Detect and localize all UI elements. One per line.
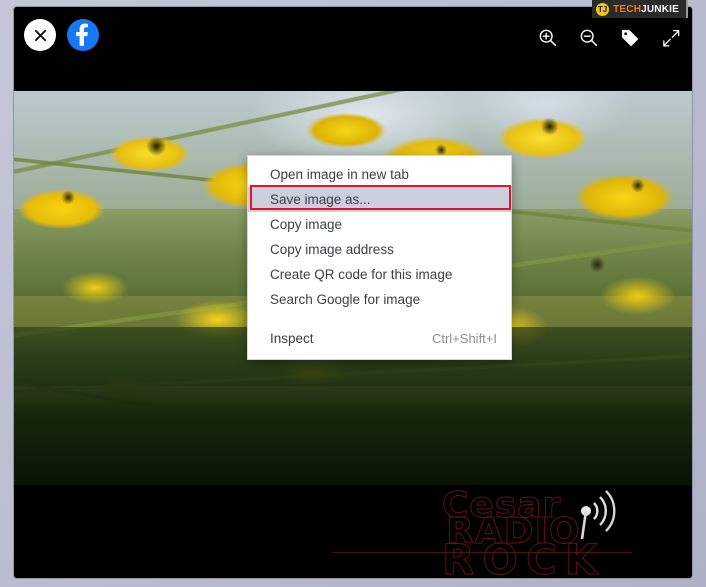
menu-item-label: Copy image xyxy=(270,217,343,232)
menu-item-label: Inspect xyxy=(270,331,314,346)
zoom-out-button[interactable] xyxy=(577,26,600,49)
zoom-in-icon xyxy=(539,29,556,46)
image-context-menu[interactable]: Open image in new tab Save image as... C… xyxy=(247,155,512,360)
window-frame: Cesar RADIO ROCK Open image in new tab S… xyxy=(0,0,706,587)
techjunkie-watermark: TJ TECH JUNKIE xyxy=(592,0,688,18)
tag-icon xyxy=(621,29,638,46)
facebook-icon xyxy=(76,23,89,46)
menu-item-label: Search Google for image xyxy=(270,292,421,307)
viewer-toolbar xyxy=(14,7,692,91)
techjunkie-name-part2: JUNKIE xyxy=(641,3,679,15)
menu-item-save-image-as[interactable]: Save image as... xyxy=(248,187,511,212)
menu-item-label: Open image in new tab xyxy=(270,167,409,182)
tag-button[interactable] xyxy=(618,26,641,49)
menu-item-search-google-for-image[interactable]: Search Google for image xyxy=(248,287,511,312)
watermark-line-1: Cesar xyxy=(441,485,562,527)
zoom-in-button[interactable] xyxy=(536,26,559,49)
menu-item-label: Save image as... xyxy=(270,192,371,207)
photo-viewer: Cesar RADIO ROCK Open image in new tab S… xyxy=(14,7,692,578)
toolbar-right-group xyxy=(536,26,682,49)
watermark-rule xyxy=(332,552,632,553)
expand-button[interactable] xyxy=(659,26,682,49)
techjunkie-logo-icon: TJ xyxy=(596,2,610,16)
techjunkie-name-part1: TECH xyxy=(613,3,642,15)
menu-item-copy-image-address[interactable]: Copy image address xyxy=(248,237,511,262)
facebook-button[interactable] xyxy=(67,19,99,51)
expand-icon xyxy=(662,29,679,46)
watermark-line-3: ROCK xyxy=(441,535,606,579)
menu-item-copy-image[interactable]: Copy image xyxy=(248,212,511,237)
menu-item-label: Create QR code for this image xyxy=(270,267,453,282)
menu-item-shortcut: Ctrl+Shift+I xyxy=(431,331,497,346)
menu-item-inspect[interactable]: Inspect Ctrl+Shift+I xyxy=(248,326,511,351)
menu-item-open-image-in-new-tab[interactable]: Open image in new tab xyxy=(248,162,511,187)
toolbar-left-group xyxy=(24,19,99,51)
zoom-out-icon xyxy=(580,29,597,46)
radio-waves-icon xyxy=(580,490,616,540)
menu-item-create-qr-code[interactable]: Create QR code for this image xyxy=(248,262,511,287)
viewer-footer-band: Cesar RADIO ROCK xyxy=(14,485,692,578)
brand-watermark: Cesar RADIO ROCK xyxy=(332,477,654,579)
close-icon xyxy=(34,29,46,41)
menu-item-label: Copy image address xyxy=(270,242,394,257)
watermark-line-2: RADIO xyxy=(445,511,581,553)
close-button[interactable] xyxy=(24,19,56,51)
